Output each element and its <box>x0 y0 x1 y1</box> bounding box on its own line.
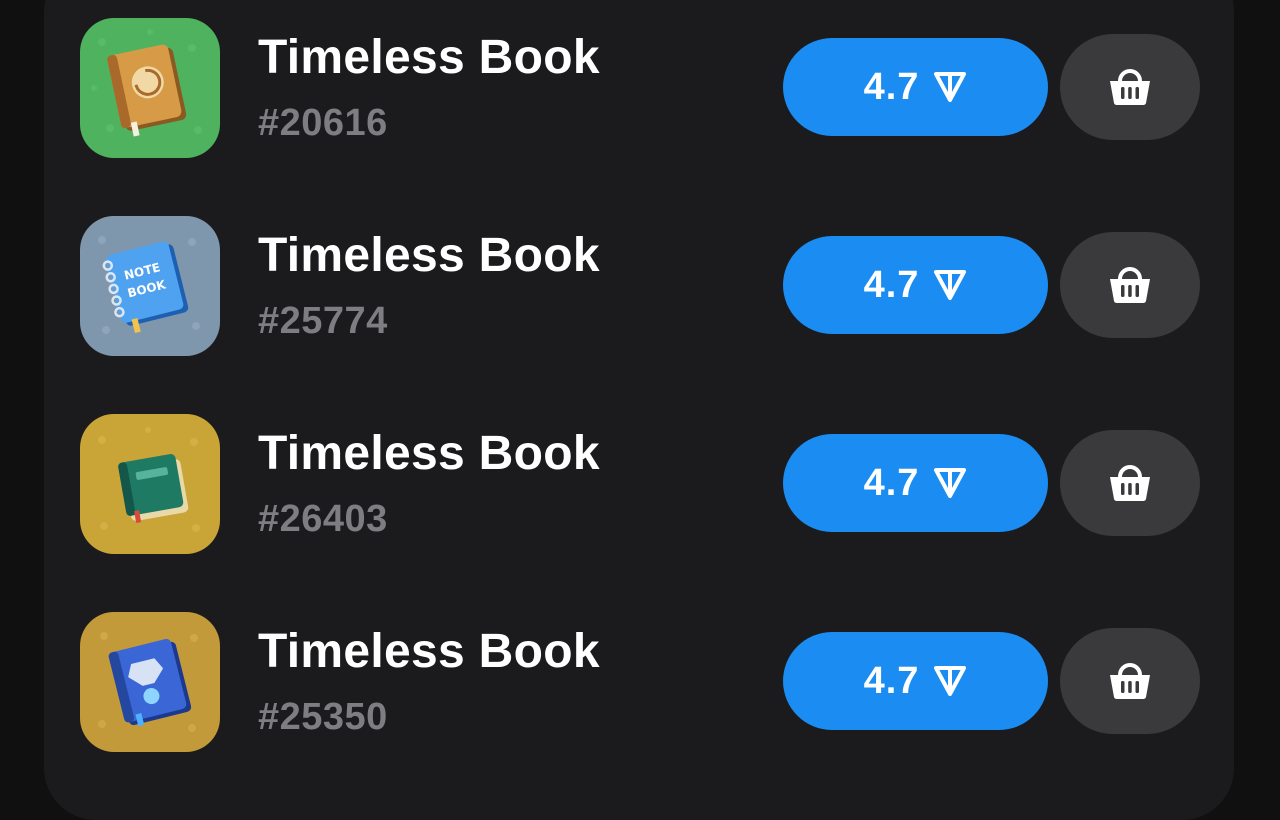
basket-icon <box>1110 69 1150 105</box>
buy-price-button[interactable]: 4.7 <box>783 434 1048 532</box>
ton-icon <box>934 468 967 498</box>
basket-icon <box>1110 663 1150 699</box>
gift-number: #26403 <box>258 498 388 540</box>
list-item[interactable]: Timeless Book #25350 4.7 <box>0 594 1280 752</box>
gift-number: #20616 <box>258 102 388 144</box>
price-value: 4.7 <box>863 461 920 504</box>
add-to-cart-button[interactable] <box>1060 232 1200 338</box>
ton-icon <box>934 270 967 300</box>
buy-price-button[interactable]: 4.7 <box>783 632 1048 730</box>
list-item[interactable]: Timeless Book #26403 4.7 <box>0 396 1280 554</box>
price-value: 4.7 <box>863 263 920 306</box>
gift-name: Timeless Book <box>258 31 600 84</box>
book-illustration <box>80 414 220 554</box>
gift-thumbnail <box>80 414 220 554</box>
add-to-cart-button[interactable] <box>1060 34 1200 140</box>
book-illustration <box>80 612 220 752</box>
gift-thumbnail: NOTE BOOK <box>80 216 220 356</box>
ton-icon <box>934 72 967 102</box>
gift-thumbnail <box>80 612 220 752</box>
gift-number: #25774 <box>258 300 388 342</box>
ton-icon <box>934 666 967 696</box>
gift-name: Timeless Book <box>258 427 600 480</box>
gift-thumbnail <box>80 18 220 158</box>
add-to-cart-button[interactable] <box>1060 628 1200 734</box>
gift-list: Timeless Book #20616 4.7 NOTE BOOK Timel… <box>0 0 1280 764</box>
buy-price-button[interactable]: 4.7 <box>783 236 1048 334</box>
list-item[interactable]: Timeless Book #20616 4.7 <box>0 0 1280 158</box>
basket-icon <box>1110 267 1150 303</box>
book-illustration <box>80 18 220 158</box>
gift-name: Timeless Book <box>258 229 600 282</box>
gift-number: #25350 <box>258 696 388 738</box>
price-value: 4.7 <box>863 659 920 702</box>
book-illustration: NOTE BOOK <box>80 216 220 356</box>
list-item[interactable]: NOTE BOOK Timeless Book #25774 4.7 <box>0 198 1280 356</box>
basket-icon <box>1110 465 1150 501</box>
price-value: 4.7 <box>863 65 920 108</box>
gift-name: Timeless Book <box>258 625 600 678</box>
add-to-cart-button[interactable] <box>1060 430 1200 536</box>
buy-price-button[interactable]: 4.7 <box>783 38 1048 136</box>
